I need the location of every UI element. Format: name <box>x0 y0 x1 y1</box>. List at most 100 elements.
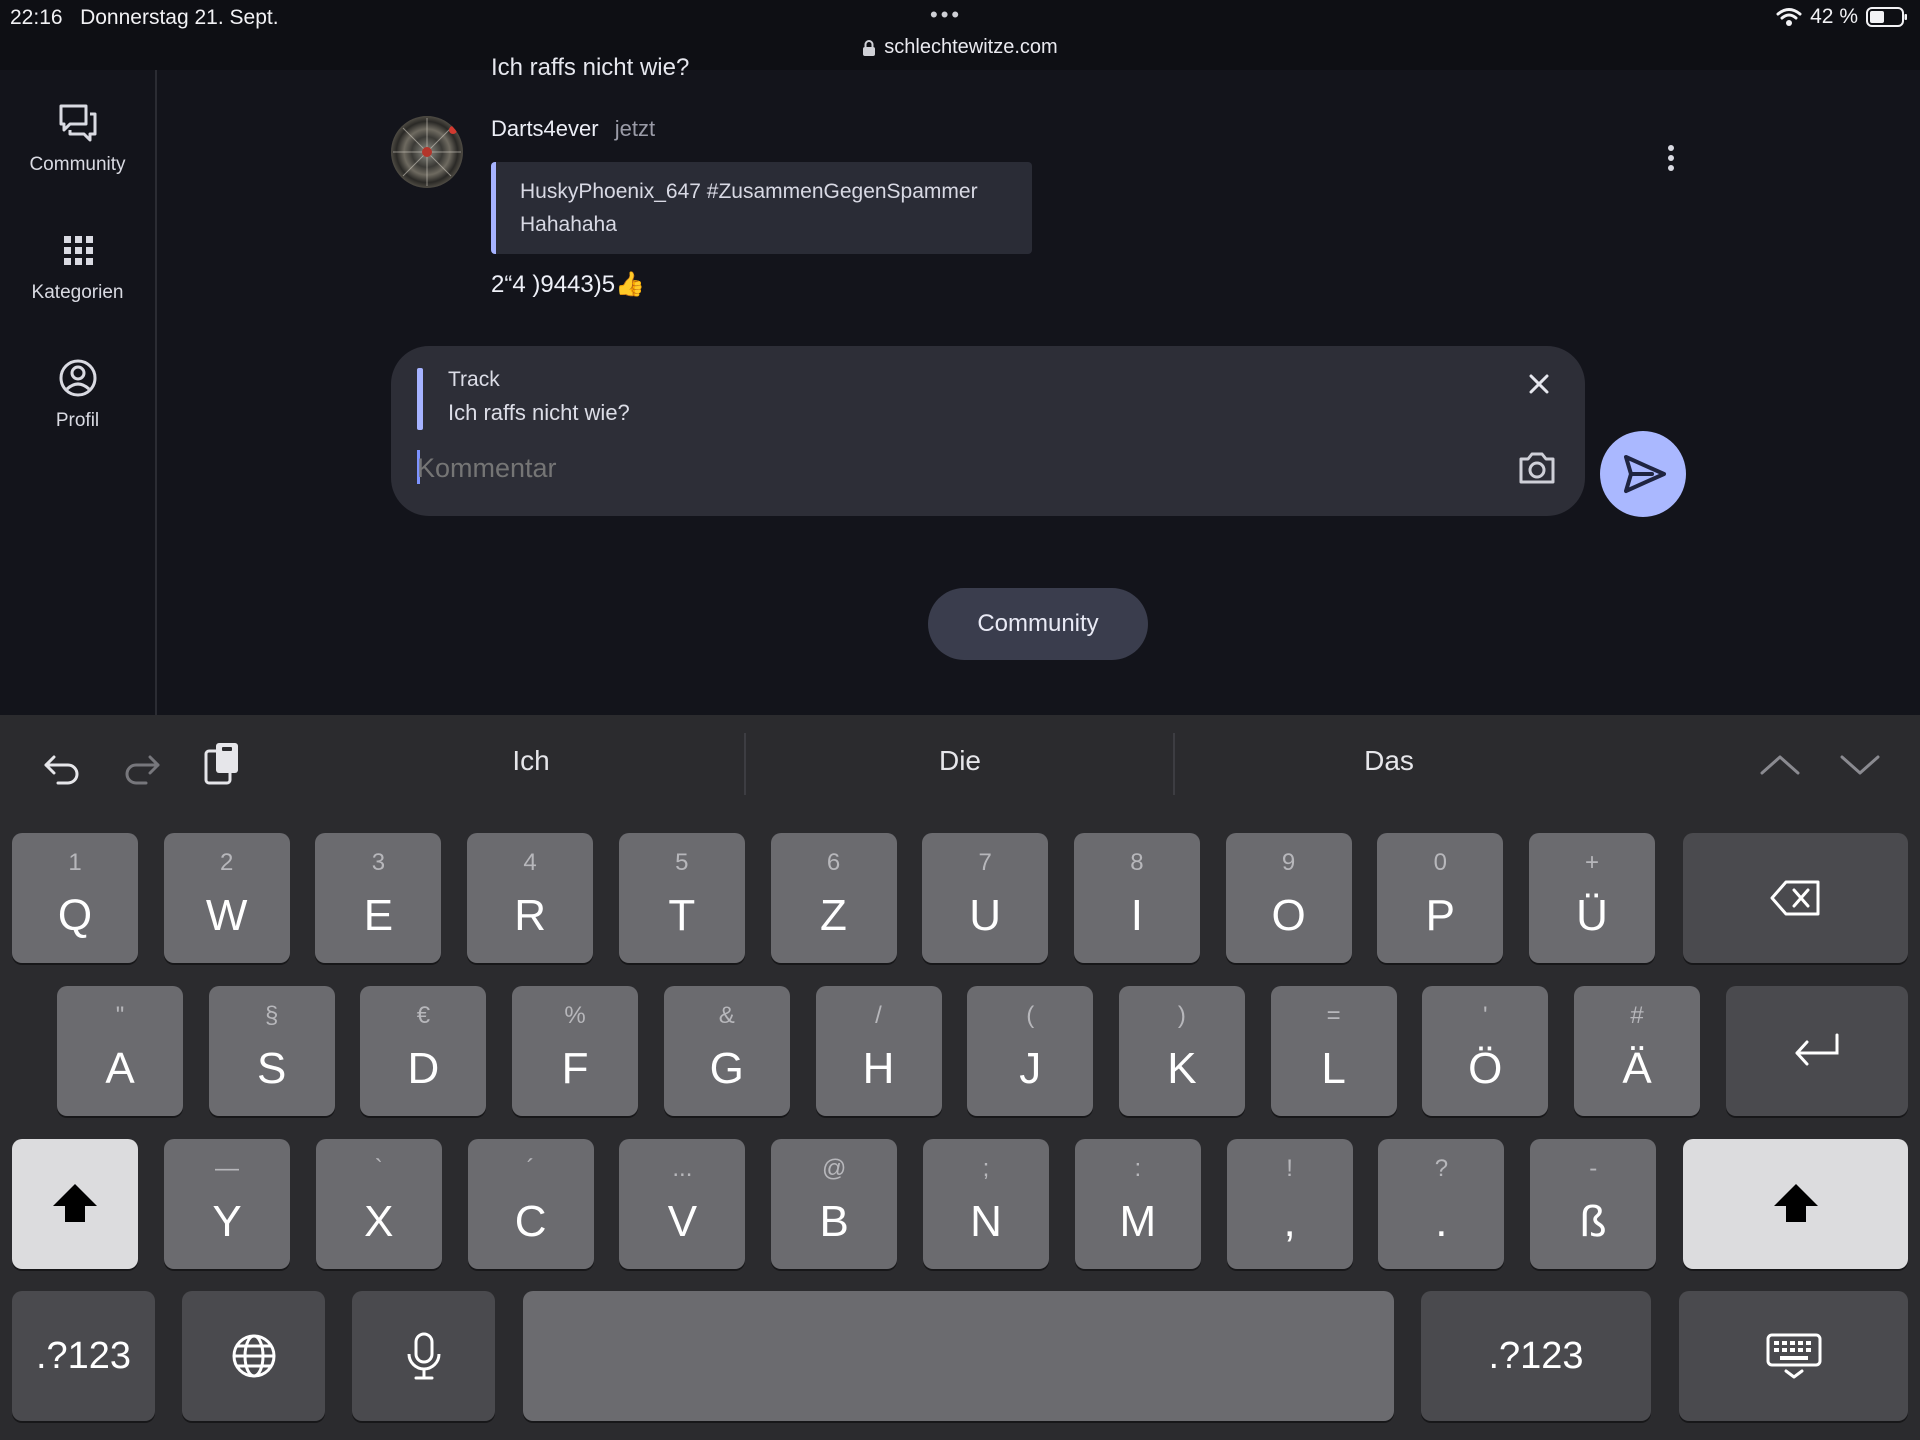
shift-key-left[interactable] <box>12 1139 138 1269</box>
key-ä[interactable]: # Ä <box>1574 986 1700 1116</box>
key-secondary-label: & <box>718 1002 735 1029</box>
key-secondary-label: + <box>1584 849 1599 876</box>
key-period[interactable]: ?. <box>1378 1139 1505 1269</box>
numbers-key-label: .?123 <box>1488 1334 1584 1377</box>
grid-icon <box>63 236 93 265</box>
comment-author[interactable]: Darts4ever <box>491 116 599 141</box>
key-ß[interactable]: -ß <box>1530 1139 1657 1269</box>
key-j[interactable]: (J <box>967 986 1094 1116</box>
key-primary-label: D <box>407 1044 440 1093</box>
key-g[interactable]: & G <box>663 986 790 1116</box>
send-icon <box>1624 455 1666 493</box>
dismiss-keyboard-key[interactable] <box>1679 1291 1908 1421</box>
address-bar[interactable]: schlechtewitze.com <box>860 36 1060 59</box>
comment-quote-line2: Hahahaha <box>520 213 617 236</box>
key-p[interactable]: 0P <box>1377 833 1504 963</box>
key-d[interactable]: € D <box>360 986 487 1116</box>
onscreen-keyboard: Ich Die Das 1 Q 2 W 3 E 4 R 5 T 6 Z 7 U 8 I 9 O 0 P + Ü " A § S €… <box>0 715 1920 1440</box>
cancel-reply-button[interactable] <box>1521 366 1557 402</box>
key-primary-label: F <box>561 1044 589 1093</box>
key-primary-label: P <box>1425 891 1455 940</box>
key-a[interactable]: " A <box>57 986 183 1116</box>
space-key[interactable] <box>523 1291 1394 1421</box>
account-circle-icon <box>59 359 96 397</box>
key-u[interactable]: 7U <box>922 833 1049 963</box>
previous-field-button[interactable] <box>1758 747 1802 783</box>
key-primary-label: U <box>969 891 1002 940</box>
sidebar-item-label: Kategorien <box>31 282 124 303</box>
key-x[interactable]: ` X <box>315 1139 442 1269</box>
key-comma[interactable]: !, <box>1226 1139 1353 1269</box>
key-z[interactable]: 6Z <box>770 833 897 963</box>
key-primary-label: . <box>1435 1197 1448 1246</box>
paste-button[interactable] <box>200 739 244 789</box>
suggestion-1[interactable]: Ich <box>381 745 681 777</box>
key-secondary-label: € <box>416 1002 431 1029</box>
key-w[interactable]: 2W <box>163 833 290 963</box>
sidebar-item-label: Community <box>29 154 126 175</box>
key-l[interactable]: = L <box>1270 986 1397 1116</box>
key-primary-label: Q <box>57 891 93 940</box>
key-ü[interactable]: + Ü <box>1529 833 1655 963</box>
browser-menu-dots[interactable]: ••• <box>930 2 962 28</box>
sidebar-item-kategorien[interactable]: Kategorien <box>0 228 155 304</box>
key-primary-label: L <box>1321 1044 1346 1093</box>
comment-more-button[interactable] <box>1659 138 1683 178</box>
attach-photo-button[interactable] <box>1515 448 1559 488</box>
key-primary-label: H <box>862 1044 895 1093</box>
next-field-button[interactable] <box>1838 747 1882 783</box>
sidebar-item-community[interactable]: Community <box>0 100 155 176</box>
return-key[interactable] <box>1726 986 1908 1116</box>
key-r[interactable]: 4R <box>467 833 594 963</box>
key-primary-label: Ä <box>1622 1044 1652 1093</box>
key-e[interactable]: 3E <box>315 833 442 963</box>
key-q[interactable]: 1Q <box>12 833 138 963</box>
suggestion-2[interactable]: Die <box>810 745 1110 777</box>
key-k[interactable]: ) K <box>1118 986 1245 1116</box>
status-date: Donnerstag 21. Sept. <box>80 6 279 29</box>
key-ö[interactable]: ' Ö <box>1422 986 1549 1116</box>
status-time: 22:16 <box>10 6 63 29</box>
undo-button[interactable] <box>40 745 84 789</box>
key-f[interactable]: % F <box>512 986 639 1116</box>
numbers-key-left[interactable]: .?123 <box>12 1291 155 1421</box>
numbers-key-right[interactable]: .?123 <box>1421 1291 1651 1421</box>
key-n[interactable]: ; N <box>923 1139 1049 1269</box>
key-primary-label: I <box>1130 891 1143 940</box>
key-secondary-label: ` <box>374 1155 383 1182</box>
dictation-key[interactable] <box>352 1291 495 1421</box>
key-s[interactable]: § S <box>208 986 335 1116</box>
key-y[interactable]: — Y <box>164 1139 290 1269</box>
avatar[interactable] <box>391 116 463 188</box>
key-secondary-label: ) <box>1177 1002 1186 1029</box>
comment-input[interactable] <box>415 444 1459 492</box>
key-o[interactable]: 9O <box>1225 833 1352 963</box>
key-secondary-label: 4 <box>523 849 537 876</box>
key-secondary-label: / <box>875 1002 882 1029</box>
key-primary-label: G <box>709 1044 744 1093</box>
key-m[interactable]: :M <box>1074 1139 1201 1269</box>
key-secondary-label: ; <box>982 1155 990 1182</box>
redo-button[interactable] <box>120 745 164 789</box>
previous-comment-text: Ich raffs nicht wie? <box>491 54 690 81</box>
backspace-key[interactable] <box>1683 833 1908 963</box>
key-secondary-label: 5 <box>675 849 689 876</box>
key-h[interactable]: / H <box>815 986 942 1116</box>
send-button[interactable] <box>1600 431 1686 517</box>
shift-key-right[interactable] <box>1683 1139 1908 1269</box>
key-primary-label: Ü <box>1576 891 1608 940</box>
key-t[interactable]: 5T <box>618 833 745 963</box>
key-c[interactable]: ´ C <box>467 1139 594 1269</box>
suggestion-divider <box>744 733 746 795</box>
key-v[interactable]: ... V <box>619 1139 746 1269</box>
suggestion-3[interactable]: Das <box>1239 745 1539 777</box>
key-i[interactable]: 8I <box>1073 833 1200 963</box>
shift-icon <box>53 1184 97 1222</box>
globe-key[interactable] <box>182 1291 325 1421</box>
key-secondary-label: 3 <box>371 849 386 876</box>
key-b[interactable]: @ B <box>771 1139 898 1269</box>
sidebar-item-profil[interactable]: Profil <box>0 356 155 432</box>
key-primary-label: N <box>970 1197 1002 1246</box>
key-secondary-label: 2 <box>220 849 234 876</box>
community-button[interactable]: Community <box>928 588 1148 660</box>
